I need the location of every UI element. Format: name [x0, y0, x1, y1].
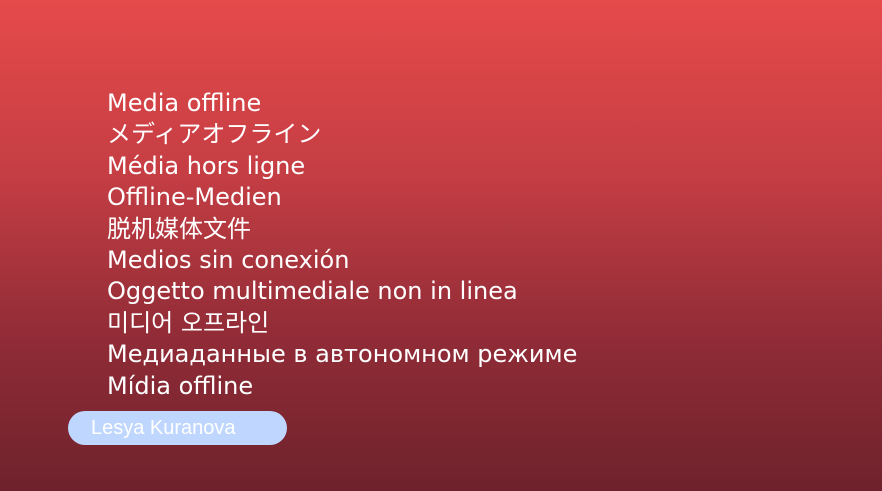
message-english: Media offline — [107, 89, 262, 117]
media-offline-message-list: Media offline メディアオフライン Média hors ligne… — [107, 88, 867, 402]
message-russian: Медиаданные в автономном режиме — [107, 340, 578, 369]
message-korean: 미디어 오프라인 — [107, 308, 270, 337]
message-spanish: Medios sin conexión — [107, 246, 350, 275]
message-german: Offline-Medien — [107, 183, 282, 212]
message-french: Média hors ligne — [107, 151, 306, 180]
message-italian: Oggetto multimediale non in linea — [107, 277, 518, 306]
message-portuguese: Mídia offline — [107, 371, 254, 400]
author-name-badge: Lesya Kuranova — [68, 411, 287, 445]
message-chinese: 脱机媒体文件 — [107, 214, 251, 243]
message-japanese: メディアオフライン — [107, 120, 322, 149]
